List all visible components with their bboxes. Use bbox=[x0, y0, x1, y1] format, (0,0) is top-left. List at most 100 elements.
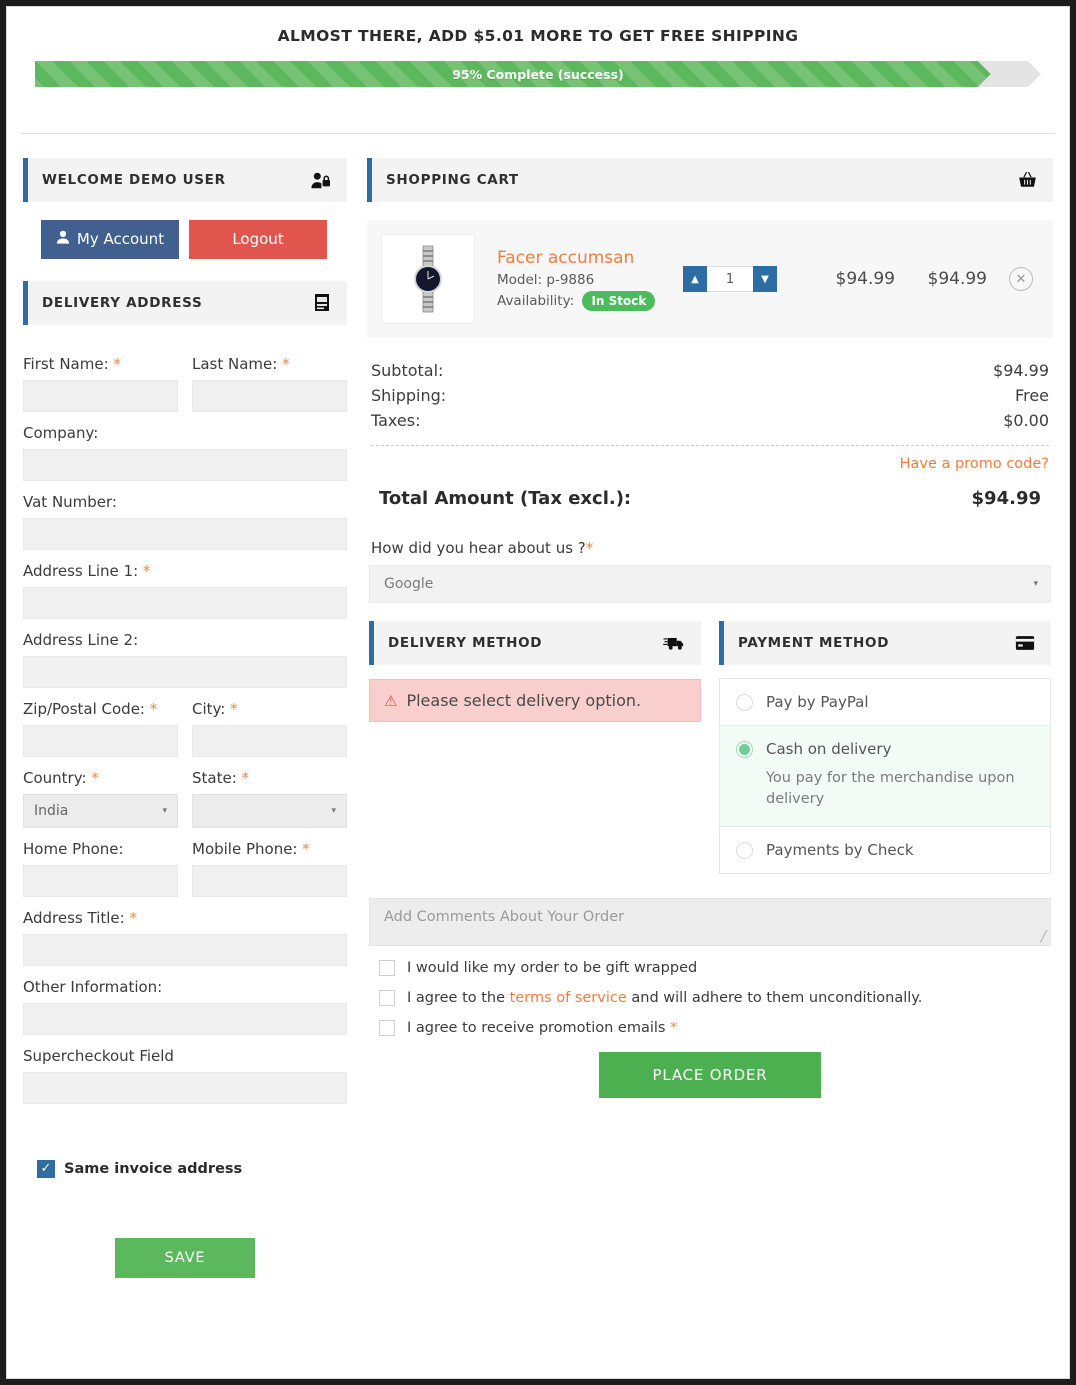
promotion-emails-label: I agree to receive promotion emails * bbox=[407, 1020, 678, 1037]
terms-of-service-link[interactable]: terms of service bbox=[510, 990, 627, 1006]
other-information-label: Other Information: bbox=[23, 977, 163, 996]
hear-about-us-label: How did you hear about us ?* bbox=[371, 539, 594, 557]
shopping-cart-panel-header: SHOPPING CART bbox=[367, 158, 1053, 202]
grand-total-row: Total Amount (Tax excl.): $94.99 bbox=[371, 488, 1049, 509]
vat-number-label: Vat Number: bbox=[23, 492, 117, 511]
address-title-label: Address Title: * bbox=[23, 908, 138, 927]
account-actions: My Account Logout bbox=[41, 220, 347, 259]
required-marker: * bbox=[230, 699, 238, 718]
quantity-increase-button[interactable]: ▲ bbox=[683, 266, 707, 292]
required-marker: * bbox=[302, 839, 310, 858]
company-input[interactable] bbox=[23, 448, 347, 481]
chevron-down-icon: ▾ bbox=[1033, 579, 1038, 589]
required-marker: * bbox=[149, 699, 158, 718]
promo-code-link[interactable]: Have a promo code? bbox=[371, 456, 1049, 472]
chevron-down-icon: ▾ bbox=[162, 805, 167, 816]
delivery-option-alert: ⚠ Please select delivery option. bbox=[369, 679, 701, 722]
first-name-input[interactable] bbox=[23, 379, 178, 412]
same-invoice-address-checkbox[interactable]: ✓ bbox=[37, 1159, 55, 1178]
required-marker: * bbox=[282, 354, 290, 373]
required-marker: * bbox=[670, 1020, 678, 1037]
agreement-terms[interactable]: I agree to the terms of service and will… bbox=[379, 990, 1053, 1007]
place-order-row: PLACE ORDER bbox=[367, 1052, 1053, 1099]
required-marker: * bbox=[585, 539, 594, 557]
delivery-address-title: DELIVERY ADDRESS bbox=[42, 294, 203, 311]
quantity-decrease-button[interactable]: ▼ bbox=[753, 266, 777, 292]
shipping-label: Shipping: bbox=[371, 386, 447, 405]
save-button[interactable]: SAVE bbox=[114, 1237, 256, 1278]
home-phone-label: Home Phone: bbox=[23, 839, 124, 858]
country-select[interactable]: India ▾ bbox=[23, 793, 178, 828]
banner-divider bbox=[21, 133, 1055, 134]
home-phone-input[interactable] bbox=[23, 864, 178, 897]
logout-button[interactable]: Logout bbox=[189, 220, 327, 259]
paypal-radio[interactable] bbox=[736, 693, 753, 711]
address-title-input[interactable] bbox=[23, 933, 347, 966]
order-comments-textarea[interactable]: Add Comments About Your Order ╱ bbox=[369, 898, 1051, 947]
payment-option-check[interactable]: Payments by Check bbox=[719, 826, 1051, 875]
gift-wrap-checkbox[interactable] bbox=[379, 960, 395, 977]
quantity-value[interactable]: 1 bbox=[707, 266, 753, 292]
promotion-emails-checkbox[interactable] bbox=[379, 1020, 395, 1037]
remove-item-button[interactable]: ✕ bbox=[1009, 267, 1033, 291]
country-label: Country: * bbox=[23, 768, 99, 787]
shipping-value: Free bbox=[1015, 386, 1049, 405]
welcome-title: WELCOME DEMO USER bbox=[42, 172, 226, 188]
last-name-input[interactable] bbox=[192, 379, 347, 412]
required-marker: * bbox=[91, 768, 99, 787]
required-marker: * bbox=[129, 908, 138, 927]
total-row-taxes: Taxes: $0.00 bbox=[371, 408, 1049, 433]
product-details: Facer accumsan Model: p-9886 Availabilit… bbox=[497, 248, 683, 311]
resize-grip-icon[interactable]: ╱ bbox=[1040, 930, 1047, 943]
shopping-cart-title: SHOPPING CART bbox=[386, 172, 519, 188]
subtotal-label: Subtotal: bbox=[371, 361, 444, 380]
first-name-label: First Name: * bbox=[23, 354, 121, 373]
place-order-button[interactable]: PLACE ORDER bbox=[598, 1052, 822, 1099]
user-lock-icon bbox=[311, 172, 331, 189]
credit-card-icon bbox=[1015, 635, 1035, 651]
zip-input[interactable] bbox=[23, 724, 178, 757]
quantity-stepper[interactable]: ▲ 1 ▼ bbox=[683, 266, 777, 292]
grand-total-label: Total Amount (Tax excl.): bbox=[379, 488, 632, 509]
wristwatch-image bbox=[414, 245, 442, 313]
agreement-gift-wrap[interactable]: I would like my order to be gift wrapped bbox=[379, 960, 1053, 977]
product-model: Model: p-9886 bbox=[497, 271, 595, 288]
product-thumbnail[interactable] bbox=[381, 234, 475, 324]
product-name-link[interactable]: Facer accumsan bbox=[497, 248, 683, 268]
address-line-1-input[interactable] bbox=[23, 586, 347, 619]
cash-on-delivery-radio[interactable] bbox=[736, 740, 753, 758]
my-account-button[interactable]: My Account bbox=[41, 220, 179, 259]
terms-label: I agree to the terms of service and will… bbox=[407, 990, 923, 1007]
paypal-label: Pay by PayPal bbox=[766, 693, 869, 711]
hear-about-us-select[interactable]: Google ▾ bbox=[369, 565, 1051, 603]
country-value: India bbox=[34, 802, 69, 819]
check-label: Payments by Check bbox=[766, 841, 914, 860]
shipping-progress-bar: 95% Complete (success) bbox=[35, 61, 1041, 87]
my-account-label: My Account bbox=[76, 230, 165, 248]
address-line-2-input[interactable] bbox=[23, 655, 347, 688]
save-row: SAVE bbox=[23, 1237, 347, 1278]
terms-checkbox[interactable] bbox=[379, 990, 395, 1007]
user-icon bbox=[56, 230, 70, 249]
product-total-price: $94.99 bbox=[927, 269, 987, 289]
taxes-value: $0.00 bbox=[1003, 411, 1049, 430]
same-invoice-address-row[interactable]: ✓ Same invoice address bbox=[37, 1159, 347, 1178]
address-line-2-label: Address Line 2: bbox=[23, 630, 139, 649]
agreement-promotions[interactable]: I agree to receive promotion emails * bbox=[379, 1020, 1053, 1037]
payment-option-cash-on-delivery[interactable]: Cash on delivery You pay for the merchan… bbox=[719, 725, 1051, 828]
taxes-label: Taxes: bbox=[371, 411, 421, 430]
state-select[interactable]: ▾ bbox=[192, 793, 347, 828]
checkout-main: SHOPPING CART Facer accumsan Model: p-98… bbox=[355, 158, 1061, 1099]
total-row-subtotal: Subtotal: $94.99 bbox=[371, 358, 1049, 383]
zip-label: Zip/Postal Code: * bbox=[23, 699, 158, 718]
other-information-input[interactable] bbox=[23, 1002, 347, 1035]
payment-option-paypal[interactable]: Pay by PayPal bbox=[719, 678, 1051, 726]
vat-number-input[interactable] bbox=[23, 517, 347, 550]
required-marker: * bbox=[241, 768, 250, 787]
city-input[interactable] bbox=[192, 724, 347, 757]
mobile-phone-input[interactable] bbox=[192, 864, 347, 897]
product-availability: Availability: In Stock bbox=[497, 290, 683, 311]
check-radio[interactable] bbox=[736, 841, 753, 859]
shopping-basket-icon bbox=[1018, 171, 1037, 189]
supercheckout-field-input[interactable] bbox=[23, 1071, 347, 1104]
